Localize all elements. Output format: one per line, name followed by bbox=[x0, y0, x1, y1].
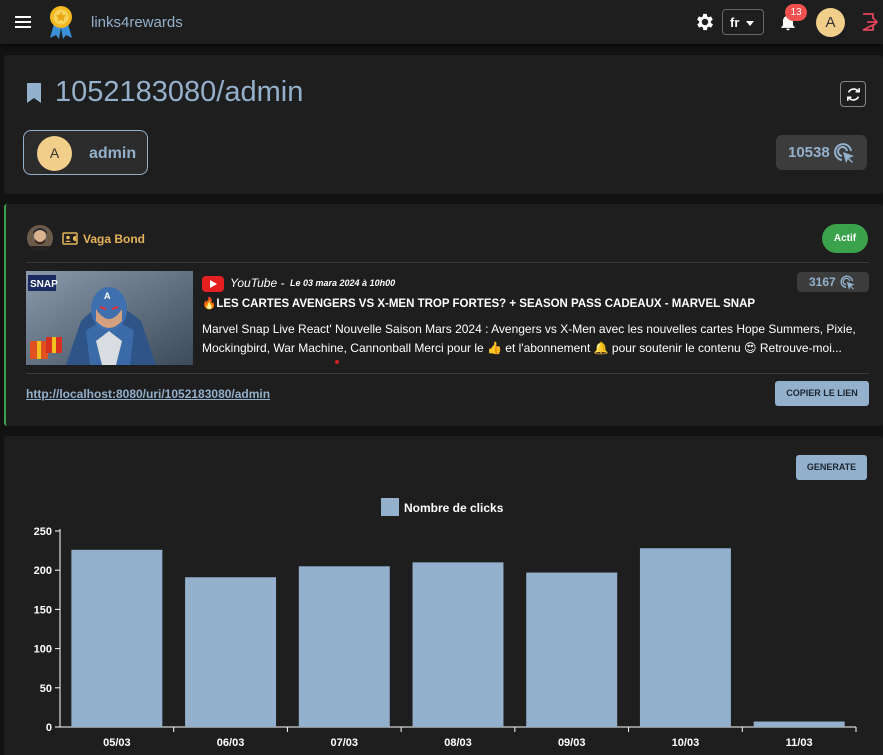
total-clicks-value: 10538 bbox=[788, 144, 830, 161]
video-description: Marvel Snap Live React' Nouvelle Saison … bbox=[202, 322, 856, 355]
cursor-click-icon bbox=[840, 275, 855, 290]
y-tick-label: 150 bbox=[34, 604, 52, 616]
gear-icon[interactable] bbox=[694, 11, 716, 33]
svg-text:SNAP: SNAP bbox=[30, 279, 58, 290]
clicks-bar-chart: Nombre de clicks 0 50 100 150 200 250 05/03 06/0… bbox=[34, 498, 857, 749]
bar bbox=[526, 572, 618, 727]
user-avatar[interactable]: A bbox=[816, 8, 845, 37]
short-link[interactable]: http://localhost:8080/uri/1052183080/adm… bbox=[26, 387, 270, 401]
x-tick-label: 06/03 bbox=[217, 737, 245, 749]
y-tick-label: 250 bbox=[34, 526, 52, 538]
video-thumbnail[interactable]: A SNAP bbox=[26, 271, 193, 365]
bar bbox=[412, 562, 504, 727]
status-badge: Actif bbox=[822, 224, 868, 253]
video-clicks-value: 3167 bbox=[809, 275, 836, 289]
generate-button[interactable]: GENERATE bbox=[796, 455, 867, 480]
bar bbox=[71, 549, 163, 727]
divider bbox=[26, 373, 869, 374]
bar bbox=[298, 566, 390, 727]
menu-icon[interactable] bbox=[14, 13, 32, 31]
logout-icon[interactable] bbox=[860, 12, 878, 32]
divider bbox=[26, 262, 869, 263]
owner-name: admin bbox=[89, 145, 137, 162]
language-select[interactable]: fr bbox=[722, 9, 764, 35]
copy-link-button[interactable]: COPIER LE LIEN bbox=[775, 381, 869, 406]
chevron-down-icon bbox=[746, 21, 754, 26]
video-date: Le 03 mara 2024 à 10h00 bbox=[290, 278, 396, 288]
y-tick-label: 50 bbox=[40, 683, 52, 695]
x-tick-label: 08/03 bbox=[444, 737, 472, 749]
bar bbox=[639, 548, 731, 727]
stats-card: GENERATE Nombre de clicks 0 50 100 150 200 250… bbox=[4, 436, 883, 755]
svg-text:A: A bbox=[104, 291, 111, 301]
x-tick-label: 07/03 bbox=[331, 737, 359, 749]
notification-badge: 13 bbox=[785, 4, 807, 21]
legend-label: Nombre de clicks bbox=[404, 501, 504, 515]
x-tick-label: 09/03 bbox=[558, 737, 586, 749]
link-summary-card: 1052183080/admin A admin 10538 bbox=[4, 55, 883, 194]
bar bbox=[185, 577, 277, 727]
refresh-icon bbox=[847, 88, 860, 101]
video-clicks-chip: 3167 bbox=[797, 272, 869, 292]
legend-swatch bbox=[381, 498, 399, 516]
bookmark-icon bbox=[27, 83, 41, 103]
language-value: fr bbox=[730, 15, 740, 30]
y-tick-label: 200 bbox=[34, 565, 52, 577]
y-tick-label: 0 bbox=[46, 722, 52, 734]
x-tick-label: 05/03 bbox=[103, 737, 131, 749]
total-clicks-chip: 10538 bbox=[776, 135, 867, 170]
award-logo-icon bbox=[50, 6, 72, 39]
bar bbox=[753, 721, 845, 727]
y-tick-label: 100 bbox=[34, 644, 52, 656]
carousel-indicator bbox=[335, 360, 339, 364]
page-title: 1052183080/admin bbox=[55, 76, 304, 108]
owner-avatar: A bbox=[37, 136, 72, 171]
owner-chip[interactable]: A admin bbox=[23, 130, 148, 175]
refresh-button[interactable] bbox=[840, 81, 866, 107]
brand-title[interactable]: links4rewards bbox=[91, 14, 183, 31]
cursor-click-icon bbox=[834, 143, 854, 163]
x-tick-label: 10/03 bbox=[672, 737, 700, 749]
video-card: Vaga Bond Actif A SNAP YouTube - Le 03 m… bbox=[4, 204, 883, 426]
author-name[interactable]: Vaga Bond bbox=[83, 232, 145, 246]
x-tick-label: 11/03 bbox=[786, 737, 813, 749]
video-camera-icon bbox=[62, 232, 78, 245]
youtube-icon bbox=[202, 276, 224, 292]
video-title[interactable]: 🔥LES CARTES AVENGERS VS X-MEN TROP FORTE… bbox=[202, 296, 755, 310]
video-source: YouTube - bbox=[230, 276, 285, 290]
top-app-bar: links4rewards fr 13 A bbox=[0, 0, 883, 44]
author-avatar bbox=[27, 225, 53, 251]
